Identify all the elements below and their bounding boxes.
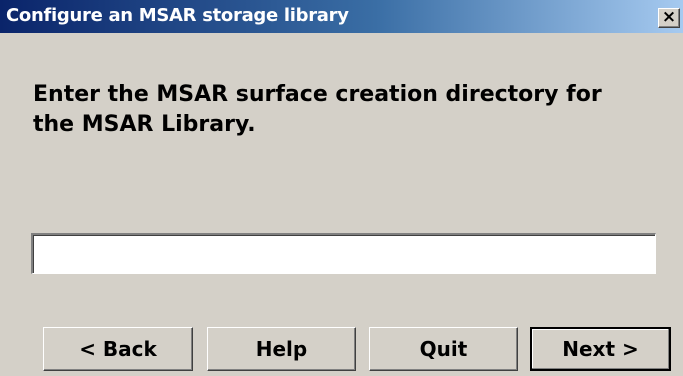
quit-button[interactable]: Quit: [369, 327, 518, 371]
configure-msar-dialog: Configure an MSAR storage library × Ente…: [0, 0, 683, 376]
help-button[interactable]: Help: [207, 327, 356, 371]
close-button[interactable]: ×: [658, 7, 680, 28]
back-button[interactable]: < Back: [43, 327, 193, 371]
title-bar[interactable]: Configure an MSAR storage library ×: [0, 0, 683, 33]
next-button[interactable]: Next >: [530, 327, 671, 371]
surface-directory-input[interactable]: [31, 233, 656, 274]
instruction-text: Enter the MSAR surface creation director…: [33, 82, 602, 137]
window-title: Configure an MSAR storage library: [6, 5, 349, 26]
close-icon: ×: [661, 7, 677, 27]
